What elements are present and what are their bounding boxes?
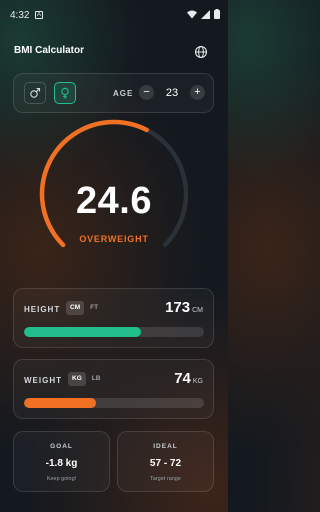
male-icon bbox=[30, 87, 41, 98]
age-decrement-button[interactable]: − bbox=[139, 85, 154, 100]
height-slider-fill bbox=[24, 327, 141, 337]
ideal-label: IDEAL bbox=[153, 443, 178, 450]
weight-unit-toggle: KG LB bbox=[68, 372, 104, 386]
age-label: AGE bbox=[113, 89, 134, 98]
ideal-value: 57 - 72 bbox=[149, 458, 182, 469]
height-value: 173 bbox=[165, 299, 191, 316]
signal-icon bbox=[201, 9, 210, 19]
status-bar: 4:32 A bbox=[0, 0, 228, 28]
goal-card: GOAL -1.8 kg Keep going! bbox=[13, 431, 110, 492]
notification-icon: A bbox=[35, 11, 43, 19]
ideal-card: IDEAL 57 - 72 Target range bbox=[117, 431, 214, 492]
height-label: HEIGHT bbox=[24, 305, 61, 314]
weight-card: WEIGHT KG LB 74 KG bbox=[13, 359, 214, 419]
height-unit-cm[interactable]: CM bbox=[66, 301, 85, 315]
weight-unit-kg[interactable]: KG bbox=[68, 372, 86, 386]
weight-slider[interactable] bbox=[24, 398, 204, 408]
height-unit: CM bbox=[192, 307, 203, 314]
age-increment-button[interactable]: + bbox=[190, 85, 205, 100]
weight-slider-fill bbox=[24, 398, 96, 408]
status-icons bbox=[187, 9, 220, 19]
height-value-display: 173 CM bbox=[165, 299, 203, 316]
goal-value: -1.8 kg bbox=[45, 458, 78, 469]
female-icon bbox=[61, 87, 69, 99]
wifi-icon bbox=[187, 10, 197, 18]
height-unit-toggle: CM FT bbox=[66, 301, 102, 315]
weight-unit-lb[interactable]: LB bbox=[88, 372, 105, 386]
status-time: 4:32 bbox=[10, 10, 30, 21]
goal-label: GOAL bbox=[50, 443, 73, 450]
height-card: HEIGHT CM FT 173 CM bbox=[13, 288, 214, 348]
ideal-caption: Target range bbox=[150, 476, 181, 482]
bmi-value: 24.6 bbox=[76, 180, 152, 222]
male-button[interactable] bbox=[24, 82, 46, 104]
profile-card: AGE − 23 + bbox=[13, 73, 214, 113]
height-slider[interactable] bbox=[24, 327, 204, 337]
globe-icon bbox=[194, 45, 208, 59]
age-value: 23 bbox=[165, 87, 179, 99]
height-unit-ft[interactable]: FT bbox=[86, 301, 102, 315]
weight-unit: KG bbox=[192, 378, 203, 385]
female-button[interactable] bbox=[54, 82, 76, 104]
goal-caption: Keep going! bbox=[46, 476, 77, 482]
bmi-status: OVERWEIGHT bbox=[79, 234, 149, 244]
weight-label: WEIGHT bbox=[24, 376, 62, 385]
weight-value: 74 bbox=[174, 370, 191, 387]
app-title: BMI Calculator bbox=[14, 45, 85, 56]
weight-value-display: 74 KG bbox=[174, 370, 203, 387]
battery-icon bbox=[214, 9, 220, 19]
language-button[interactable] bbox=[193, 44, 209, 60]
